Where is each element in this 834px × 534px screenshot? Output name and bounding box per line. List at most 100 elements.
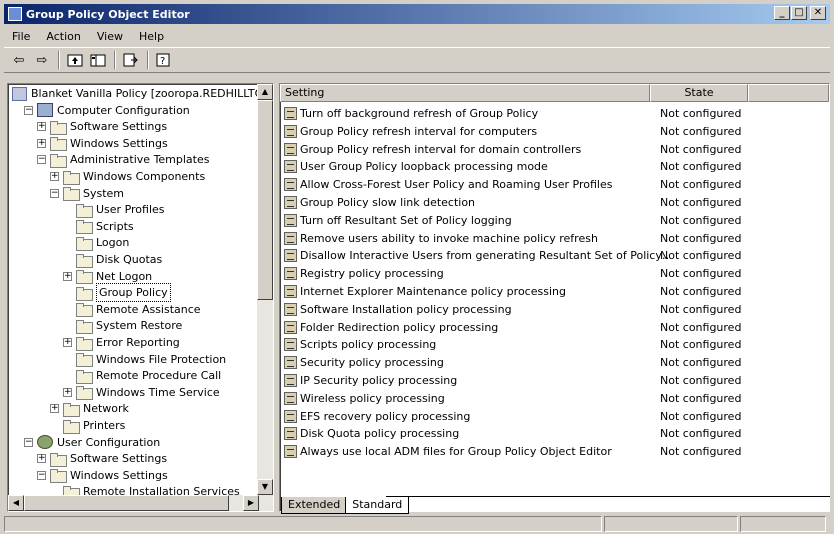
tree-node[interactable]: System Restore [76,317,182,334]
tab-standard[interactable]: Standard [345,497,410,514]
tab-baseline [386,496,830,497]
scroll-right-button[interactable]: ▶ [243,495,259,511]
setting-state: Not configured [660,249,742,263]
policy-setting-row[interactable]: Group Policy slow link detection Not conf… [284,194,824,211]
policy-setting-row[interactable]: Disk Quota policy processing Not configur… [284,425,824,442]
h-scroll-thumb[interactable] [24,495,229,511]
policy-setting-row[interactable]: Registry policy processing Not configured [284,265,824,282]
setting-name: Group Policy refresh interval for domain… [300,142,582,156]
menu-file[interactable]: File [4,30,38,43]
expand-icon[interactable]: + [63,271,72,281]
tab-extended[interactable]: Extended [281,497,348,514]
tree-node[interactable]: Windows File Protection [76,351,226,368]
close-button[interactable]: ✕ [810,6,826,20]
expand-icon[interactable]: + [37,454,46,464]
expand-icon[interactable]: + [63,387,72,397]
forward-icon[interactable]: ⇨ [31,50,53,70]
gpo-editor-app-icon [8,7,22,21]
menu-view[interactable]: View [89,30,131,43]
setting-state: Not configured [660,142,742,156]
tree-node[interactable]: + Network [50,400,129,417]
policy-setting-row[interactable]: Wireless policy processing Not configured [284,390,824,407]
tree-node[interactable]: + Software Settings [37,450,167,467]
tree-node[interactable]: + Net Logon [63,268,152,285]
policy-setting-row[interactable]: Group Policy refresh interval for domain… [284,141,824,158]
scroll-thumb[interactable] [257,100,273,300]
menu-help[interactable]: Help [131,30,172,43]
folder-open-icon [76,286,93,301]
policy-setting-row[interactable]: Software Installation policy processing N… [284,301,824,318]
policy-setting-row[interactable]: Allow Cross-Forest User Policy and Roami… [284,176,824,193]
folder-icon [76,303,93,318]
policy-setting-row[interactable]: Disallow Interactive Users from generati… [284,247,824,264]
policy-setting-row[interactable]: Group Policy refresh interval for comput… [284,123,824,140]
policy-setting-icon [284,196,297,209]
scroll-up-button[interactable]: ▲ [257,84,273,100]
tree-node[interactable]: + Software Settings [37,118,167,135]
expand-icon[interactable]: + [50,172,59,181]
tree-node[interactable]: User Profiles [76,201,165,218]
tree-node[interactable]: − Computer Configuration [24,102,190,119]
policy-setting-row[interactable]: Remove users ability to invoke machine p… [284,230,824,247]
folder-icon [50,137,67,152]
policy-setting-row[interactable]: Always use local ADM files for Group Pol… [284,443,824,460]
expand-icon[interactable]: + [37,122,46,132]
policy-setting-row[interactable]: Scripts policy processing Not configured [284,336,824,353]
policy-setting-row[interactable]: Turn off background refresh of Group Pol… [284,105,824,122]
export-list-icon[interactable] [120,50,142,70]
folder-icon [76,336,93,351]
policy-setting-row[interactable]: Security policy processing Not configured [284,354,824,371]
collapse-icon[interactable]: − [37,155,46,165]
collapse-icon[interactable]: − [37,470,46,480]
column-header-blank[interactable] [748,84,829,102]
tree-node[interactable]: Scripts [76,218,134,235]
setting-name: Remove users ability to invoke machine p… [300,231,598,245]
expand-icon[interactable]: + [63,338,72,347]
tree-node[interactable]: − User Configuration [24,434,160,451]
policy-setting-icon [284,445,297,459]
show-hide-tree-icon[interactable] [87,50,109,70]
expand-icon[interactable]: + [37,138,46,148]
details-pane[interactable]: Setting State Turn off background refres… [279,83,830,512]
tree-node[interactable]: Printers [63,417,125,434]
tree-node[interactable]: − Administrative Templates [37,151,210,168]
policy-setting-row[interactable]: User Group Policy loopback processing mo… [284,158,824,175]
tree-node[interactable]: + Windows Time Service [63,384,220,401]
tree-node[interactable]: Disk Quotas [76,251,162,268]
column-header-setting[interactable]: Setting [280,84,650,102]
expand-icon[interactable]: + [50,404,59,414]
help-icon[interactable]: ? [153,50,175,70]
setting-name: Turn off Resultant Set of Policy logging [300,213,512,227]
policy-setting-row[interactable]: Internet Explorer Maintenance policy pro… [284,283,824,300]
scroll-down-button[interactable]: ▼ [257,479,273,495]
menu-action[interactable]: Action [38,30,88,43]
tree-node[interactable]: Logon [76,234,129,251]
back-icon[interactable]: ⇦ [8,50,30,70]
tree-node[interactable]: Group Policy [76,283,171,303]
policy-setting-row[interactable]: Turn off Resultant Set of Policy logging… [284,212,824,229]
tree-horizontal-scrollbar[interactable]: ◀ ▶ [8,495,259,511]
tree-node[interactable]: − System [50,185,124,202]
folder-icon [63,419,80,434]
maximize-button[interactable]: □ [791,6,807,20]
up-icon[interactable] [64,50,86,70]
policy-setting-row[interactable]: Folder Redirection policy processing Not … [284,319,824,336]
tree-node[interactable]: Blanket Vanilla Policy [zooropa.REDHILLT… [12,85,273,102]
policy-setting-icon [284,285,297,298]
tree-node[interactable]: + Windows Components [50,168,205,185]
tree-node[interactable]: + Windows Settings [37,135,168,152]
minimize-button[interactable]: _ [774,6,790,20]
console-tree[interactable]: Blanket Vanilla Policy [zooropa.REDHILLT… [7,83,274,512]
tree-node[interactable]: Remote Procedure Call [76,367,221,384]
policy-setting-row[interactable]: EFS recovery policy processing Not config… [284,408,824,425]
tree-vertical-scrollbar[interactable]: ▲ ▼ [257,84,273,511]
policy-setting-row[interactable]: IP Security policy processing Not configu… [284,372,824,389]
collapse-icon[interactable]: − [24,105,33,115]
collapse-icon[interactable]: − [50,188,59,198]
scroll-left-button[interactable]: ◀ [8,495,24,511]
tree-node[interactable]: Remote Assistance [76,301,201,318]
tree-node[interactable]: + Error Reporting [63,334,180,351]
tree-node[interactable]: − Windows Settings [37,467,168,484]
column-header-state[interactable]: State [650,84,748,102]
collapse-icon[interactable]: − [24,437,33,447]
